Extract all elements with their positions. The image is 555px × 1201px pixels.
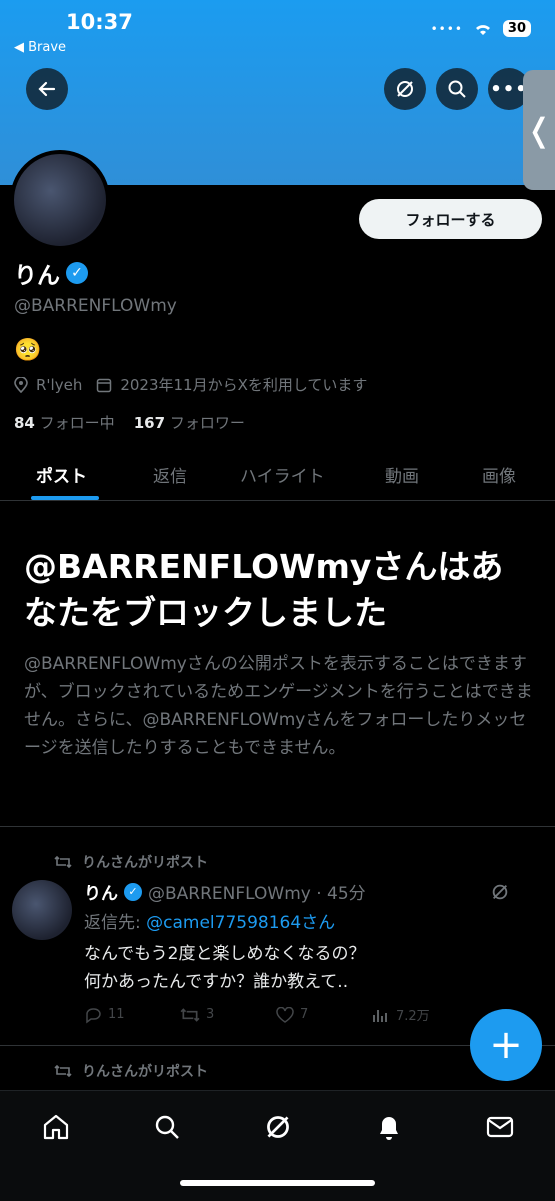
followers-label: フォロワー bbox=[169, 414, 245, 432]
wifi-icon bbox=[475, 24, 490, 35]
tab-posts[interactable]: ポスト bbox=[36, 462, 87, 487]
tab-replies[interactable]: 返信 bbox=[153, 462, 187, 487]
battery-indicator: 30 bbox=[502, 20, 531, 37]
divider bbox=[0, 826, 555, 827]
mail-icon bbox=[486, 1116, 514, 1138]
profile-avatar[interactable] bbox=[10, 150, 110, 250]
status-time: 10:37 bbox=[66, 10, 133, 34]
views-button[interactable]: 7.2万 bbox=[372, 1005, 468, 1024]
repost-label: りんさんがリポスト bbox=[54, 852, 208, 872]
side-panel-handle[interactable]: ❬ bbox=[523, 70, 555, 190]
post-avatar[interactable] bbox=[12, 880, 72, 940]
repost-label: りんさんがリポスト bbox=[54, 1061, 208, 1081]
verified-icon[interactable]: ✓ bbox=[124, 882, 142, 901]
follow-button[interactable]: フォローする bbox=[359, 199, 542, 239]
reply-prefix: 返信先: bbox=[84, 913, 141, 933]
nav-grok[interactable] bbox=[260, 1109, 296, 1145]
post-author-name[interactable]: りん bbox=[84, 879, 118, 904]
nav-messages[interactable] bbox=[482, 1109, 518, 1145]
post-text: なんでもう2度と楽しめなくなるの？ 何かあったんですか？誰か教えて.. bbox=[84, 944, 366, 992]
chevron-left-icon: ❬ bbox=[525, 111, 553, 149]
profile-name-row: りん ✓ bbox=[14, 256, 88, 290]
following-label: フォロー中 bbox=[39, 414, 115, 432]
like-button[interactable]: 7 bbox=[276, 1005, 372, 1024]
verified-icon[interactable]: ✓ bbox=[66, 262, 88, 284]
home-indicator bbox=[180, 1180, 375, 1186]
profile-counts: 84 フォロー中 167 フォロワー bbox=[14, 412, 245, 433]
like-count: 7 bbox=[300, 1007, 309, 1022]
search-icon bbox=[155, 1115, 179, 1139]
calendar-icon bbox=[97, 378, 112, 392]
signal-icon: •••• bbox=[430, 21, 463, 36]
search-icon bbox=[448, 80, 466, 98]
views-icon bbox=[373, 1009, 387, 1022]
grok-icon[interactable] bbox=[490, 882, 510, 902]
followers-count: 167 bbox=[133, 414, 166, 432]
reply-count: 11 bbox=[108, 1007, 125, 1022]
back-button[interactable] bbox=[26, 68, 68, 110]
reply-to-link[interactable]: @camel77598164さん bbox=[146, 913, 335, 933]
back-to-app-link[interactable]: ◀ Brave bbox=[14, 40, 66, 55]
search-button[interactable] bbox=[436, 68, 478, 110]
post-handle-time: @BARRENFLOWmy · 45分 bbox=[148, 884, 366, 904]
reply-button[interactable]: 11 bbox=[84, 1005, 180, 1024]
tab-videos[interactable]: 動画 bbox=[385, 462, 419, 487]
repost-button[interactable]: 3 bbox=[180, 1005, 276, 1024]
profile-name: りん bbox=[14, 263, 60, 289]
followers-link[interactable]: 167 フォロワー bbox=[134, 414, 245, 432]
profile-handle: @BARRENFLOWmy bbox=[14, 296, 177, 316]
like-icon bbox=[276, 1006, 294, 1023]
profile-location: R'lyeh bbox=[36, 375, 83, 394]
reply-icon bbox=[86, 1007, 101, 1023]
home-icon bbox=[43, 1114, 69, 1140]
blocked-title: @BARRENFLOWmyさんはあなたをブロックしました bbox=[24, 547, 504, 632]
repost-label-text: りんさんがリポスト bbox=[82, 855, 208, 871]
repost-icon bbox=[54, 855, 72, 869]
bell-icon bbox=[380, 1117, 398, 1140]
active-tab-indicator bbox=[31, 496, 99, 500]
post-header: りん ✓ @BARRENFLOWmy · 45分 bbox=[84, 879, 366, 904]
repost-icon bbox=[54, 1064, 72, 1078]
tab-media[interactable]: 画像 bbox=[482, 462, 516, 487]
grok-icon bbox=[267, 1116, 289, 1138]
following-link[interactable]: 84 フォロー中 bbox=[14, 414, 115, 432]
plus-icon: + bbox=[489, 1022, 523, 1068]
status-indicators: •••• 30 bbox=[431, 20, 531, 37]
compose-button[interactable]: + bbox=[470, 1009, 542, 1081]
nav-search[interactable] bbox=[149, 1109, 185, 1145]
profile-joined: 2023年11月からXを利用しています bbox=[120, 376, 368, 394]
tab-highlights[interactable]: ハイライト bbox=[240, 462, 325, 487]
location-icon bbox=[14, 376, 28, 393]
profile-bio: 🥺 bbox=[14, 338, 42, 363]
nav-home[interactable] bbox=[38, 1109, 74, 1145]
following-count: 84 bbox=[14, 414, 35, 432]
profile-tabs: ポスト 返信 ハイライト 動画 画像 bbox=[0, 450, 555, 501]
blocked-description: @BARRENFLOWmyさんの公開ポストを表示することはできますが、ブロックさ… bbox=[24, 654, 533, 758]
nav-notifications[interactable] bbox=[371, 1109, 407, 1145]
grok-icon bbox=[397, 81, 413, 97]
reply-to-line: 返信先: @camel77598164さん bbox=[84, 908, 335, 933]
grok-button[interactable] bbox=[384, 68, 426, 110]
back-arrow-icon bbox=[38, 81, 56, 97]
repost-count: 3 bbox=[206, 1007, 215, 1022]
views-count: 7.2万 bbox=[396, 1009, 430, 1024]
repost-icon bbox=[180, 1007, 200, 1022]
profile-meta: R'lyeh 2023年11月からXを利用しています bbox=[14, 374, 367, 395]
repost-label-text: りんさんがリポスト bbox=[82, 1064, 208, 1080]
post-actions: 11 3 7 7.2万 bbox=[84, 1005, 514, 1024]
